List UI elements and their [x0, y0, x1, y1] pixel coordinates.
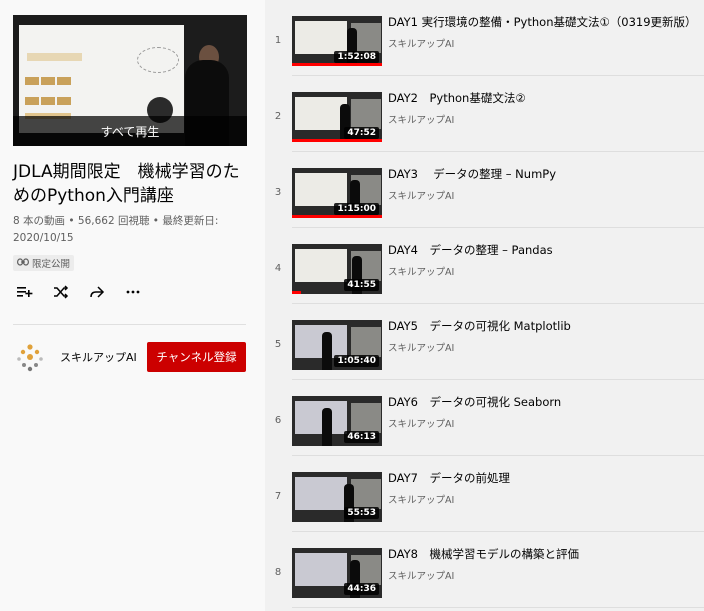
- video-channel[interactable]: スキルアップAI: [388, 492, 454, 506]
- thumbnail-screen: [295, 325, 347, 358]
- playlist-video-item[interactable]: 5 1:05:40 DAY5 データの可視化 Matplotlib スキルアップAI: [265, 304, 704, 380]
- video-index: 7: [274, 491, 282, 502]
- item-divider: [292, 607, 704, 608]
- video-index: 1: [274, 35, 282, 46]
- playlist-owner: スキルアップAI チャンネル登録: [13, 340, 246, 374]
- video-duration: 1:52:08: [334, 51, 379, 63]
- privacy-badge: 限定公開: [13, 255, 75, 271]
- video-duration: 41:55: [344, 279, 379, 291]
- video-thumbnail[interactable]: 47:52: [292, 92, 382, 142]
- video-thumbnail[interactable]: 46:13: [292, 396, 382, 446]
- link-icon: [17, 257, 30, 269]
- more-icon[interactable]: [121, 282, 145, 302]
- video-title[interactable]: DAY4 データの整理 – Pandas: [388, 242, 700, 258]
- add-to-queue-icon[interactable]: [13, 282, 37, 302]
- video-thumbnail[interactable]: 1:52:08: [292, 16, 382, 66]
- playlist-video-item[interactable]: 6 46:13 DAY6 データの可視化 Seaborn スキルアップAI: [265, 380, 704, 456]
- thumbnail-screen: [295, 249, 347, 282]
- playlist-video-item[interactable]: 2 47:52 DAY2 Python基礎文法② スキルアップAI: [265, 76, 704, 152]
- video-index: 8: [274, 567, 282, 578]
- play-all-label: すべて再生: [100, 124, 160, 139]
- video-duration: 1:15:00: [334, 203, 379, 215]
- video-thumbnail[interactable]: 41:55: [292, 244, 382, 294]
- shuffle-icon[interactable]: [49, 282, 73, 302]
- video-thumbnail[interactable]: 55:53: [292, 472, 382, 522]
- playlist-actions: [13, 282, 145, 302]
- thumbnail-whiteboard: [351, 403, 381, 433]
- video-duration: 55:53: [344, 507, 379, 519]
- video-duration: 46:13: [344, 431, 379, 443]
- playlist-video-item[interactable]: 1 1:52:08 DAY1 実行環境の整備・Python基礎文法①（0319更新版…: [265, 0, 704, 76]
- thumbnail-screen: [295, 401, 347, 434]
- thumbnail-screen: [295, 21, 347, 54]
- watch-progress-bar: [292, 63, 382, 66]
- video-duration: 47:52: [344, 127, 379, 139]
- thumbnail-presenter: [322, 332, 332, 370]
- video-duration: 44:36: [344, 583, 379, 595]
- privacy-label: 限定公開: [32, 259, 71, 270]
- video-title[interactable]: DAY1 実行環境の整備・Python基礎文法①（0319更新版）: [388, 14, 700, 30]
- thumbnail-screen: [295, 173, 347, 206]
- channel-name[interactable]: スキルアップAI: [60, 349, 147, 365]
- video-title[interactable]: DAY8 機械学習モデルの構築と評価: [388, 546, 700, 562]
- video-thumbnail[interactable]: 44:36: [292, 548, 382, 598]
- watch-progress-bar: [292, 139, 382, 142]
- video-list: 1 1:52:08 DAY1 実行環境の整備・Python基礎文法①（0319更新版…: [265, 0, 704, 611]
- video-index: 6: [274, 415, 282, 426]
- thumbnail-whiteboard: [351, 327, 381, 357]
- play-all-overlay[interactable]: すべて再生: [13, 116, 247, 146]
- video-channel[interactable]: スキルアップAI: [388, 416, 454, 430]
- thumbnail-presenter: [322, 408, 332, 446]
- video-channel[interactable]: スキルアップAI: [388, 340, 454, 354]
- video-index: 4: [274, 263, 282, 274]
- playlist-video-item[interactable]: 4 41:55 DAY4 データの整理 – Pandas スキルアップAI: [265, 228, 704, 304]
- thumbnail-whiteboard: [351, 99, 381, 129]
- video-duration: 1:05:40: [334, 355, 379, 367]
- video-thumbnail[interactable]: 1:15:00: [292, 168, 382, 218]
- playlist-title[interactable]: JDLA期間限定 機械学習のためのPython入門講座: [13, 160, 253, 208]
- video-thumbnail[interactable]: 1:05:40: [292, 320, 382, 370]
- thumbnail-whiteboard: [351, 479, 381, 509]
- channel-logo[interactable]: [13, 340, 47, 374]
- watch-progress-bar: [292, 215, 382, 218]
- video-title[interactable]: DAY2 Python基礎文法②: [388, 90, 700, 106]
- playlist-video-item[interactable]: 7 55:53 DAY7 データの前処理 スキルアップAI: [265, 456, 704, 532]
- video-channel[interactable]: スキルアップAI: [388, 112, 454, 126]
- video-channel[interactable]: スキルアップAI: [388, 264, 454, 278]
- playlist-stats: 8 本の動画 • 56,662 回視聴 • 最終更新日: 2020/10/15: [13, 215, 219, 244]
- video-index: 3: [274, 187, 282, 198]
- playlist-thumbnail[interactable]: すべて再生: [13, 15, 247, 146]
- thumbnail-screen: [295, 553, 347, 586]
- video-channel[interactable]: スキルアップAI: [388, 568, 454, 582]
- thumbnail-screen: [295, 477, 347, 510]
- video-index: 2: [274, 111, 282, 122]
- video-title[interactable]: DAY3 データの整理 – NumPy: [388, 166, 700, 182]
- video-title[interactable]: DAY5 データの可視化 Matplotlib: [388, 318, 700, 334]
- playlist-video-item[interactable]: 8 44:36 DAY8 機械学習モデルの構築と評価 スキルアップAI: [265, 532, 704, 608]
- share-icon[interactable]: [85, 282, 109, 302]
- playlist-video-item[interactable]: 3 1:15:00 DAY3 データの整理 – NumPy スキルアップAI: [265, 152, 704, 228]
- playlist-sidebar: すべて再生 JDLA期間限定 機械学習のためのPython入門講座 8 本の動画…: [0, 0, 265, 611]
- video-channel[interactable]: スキルアップAI: [388, 36, 454, 50]
- watch-progress-bar: [292, 291, 301, 294]
- sidebar-divider: [13, 324, 246, 325]
- subscribe-button[interactable]: チャンネル登録: [147, 342, 246, 372]
- video-index: 5: [274, 339, 282, 350]
- video-channel[interactable]: スキルアップAI: [388, 188, 454, 202]
- video-title[interactable]: DAY6 データの可視化 Seaborn: [388, 394, 700, 410]
- video-title[interactable]: DAY7 データの前処理: [388, 470, 700, 486]
